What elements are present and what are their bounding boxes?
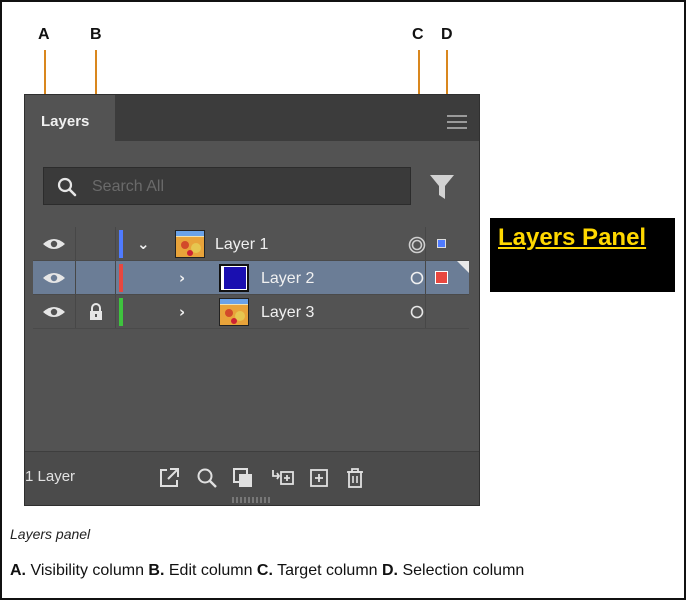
resize-grip[interactable] bbox=[232, 497, 272, 503]
legend-key-b: B. bbox=[148, 562, 165, 579]
callout-d: D bbox=[441, 26, 453, 43]
figure-caption: Layers panel bbox=[10, 526, 91, 542]
callout-b: B bbox=[90, 26, 102, 43]
selection-indicator[interactable] bbox=[437, 239, 446, 248]
layer-color-bar bbox=[119, 264, 123, 292]
panel-footer: 1 Layer bbox=[25, 451, 479, 505]
legend-key-d: D. bbox=[382, 562, 398, 579]
callout-a: A bbox=[38, 26, 50, 43]
new-sublayer-icon[interactable] bbox=[271, 466, 295, 490]
layer-row-1[interactable]: ⌄ Layer 1 bbox=[33, 227, 469, 261]
layer-name[interactable]: Layer 2 bbox=[261, 270, 314, 288]
legend-text-a: Visibility column bbox=[26, 562, 149, 579]
chevron-down-icon[interactable]: ⌄ bbox=[137, 235, 150, 253]
callout-c: C bbox=[412, 26, 424, 43]
layer-thumbnail bbox=[219, 298, 249, 326]
layers-panel-label: Layers Panel bbox=[490, 218, 675, 292]
tab-layers[interactable]: Layers bbox=[25, 95, 115, 141]
new-layer-icon[interactable] bbox=[307, 466, 331, 490]
layers-panel: Layers ⌄ Layer 1 bbox=[24, 94, 480, 506]
visibility-eye-icon[interactable] bbox=[42, 305, 66, 319]
target-icon[interactable] bbox=[410, 305, 424, 319]
layer-color-bar bbox=[119, 230, 123, 258]
panel-menu-icon[interactable] bbox=[447, 115, 467, 129]
layer-name[interactable]: Layer 3 bbox=[261, 304, 314, 322]
search-box bbox=[43, 167, 411, 205]
layer-name[interactable]: Layer 1 bbox=[215, 236, 268, 254]
clipping-mask-icon[interactable] bbox=[231, 466, 255, 490]
target-icon[interactable] bbox=[410, 271, 424, 285]
lock-icon[interactable] bbox=[89, 303, 103, 321]
legend-text-c: Target column bbox=[272, 562, 382, 579]
filter-icon[interactable] bbox=[429, 173, 455, 201]
target-icon[interactable] bbox=[408, 236, 426, 254]
legend-key-c: C. bbox=[256, 562, 273, 579]
chevron-right-icon[interactable]: › bbox=[179, 303, 185, 321]
layer-row-3[interactable]: › Layer 3 bbox=[33, 295, 469, 329]
layers-panel-label-text: Layers Panel bbox=[498, 224, 647, 251]
search-icon bbox=[57, 177, 77, 197]
layer-row-2[interactable]: › Layer 2 bbox=[33, 261, 469, 295]
export-icon[interactable] bbox=[157, 466, 181, 490]
locate-object-icon[interactable] bbox=[195, 466, 219, 490]
legend-key-a: A. bbox=[10, 562, 26, 579]
search-input[interactable] bbox=[92, 174, 392, 200]
visibility-eye-icon[interactable] bbox=[42, 237, 66, 251]
layer-count: 1 Layer bbox=[25, 468, 76, 485]
trash-icon[interactable] bbox=[343, 466, 367, 490]
layer-color-bar bbox=[119, 298, 123, 326]
legend-text-b: Edit column bbox=[164, 562, 257, 579]
visibility-eye-icon[interactable] bbox=[42, 271, 66, 285]
selection-indicator[interactable] bbox=[435, 271, 448, 284]
legend-text-d: Selection column bbox=[398, 562, 525, 579]
layer-list: ⌄ Layer 1 › Layer 2 › Layer 3 bbox=[33, 227, 469, 329]
column-legend: A. Visibility column B. Edit column C. T… bbox=[10, 562, 524, 580]
layer-thumbnail bbox=[219, 264, 249, 292]
panel-tab-bar: Layers bbox=[25, 95, 479, 141]
chevron-right-icon[interactable]: › bbox=[179, 269, 185, 287]
selected-art-corner bbox=[457, 261, 469, 273]
layer-thumbnail bbox=[175, 230, 205, 258]
